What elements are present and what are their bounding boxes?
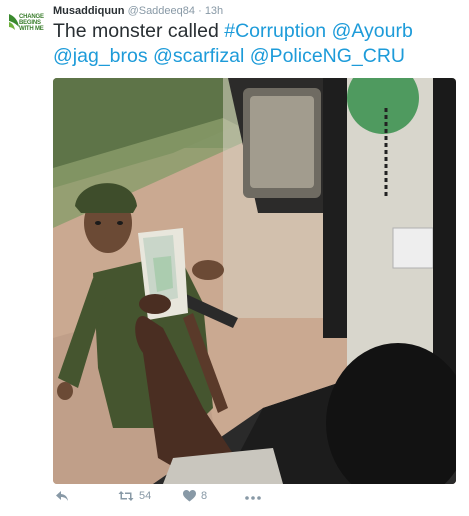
separator-dot: · (198, 5, 202, 17)
tweet-photo[interactable] (53, 78, 456, 484)
tweet-header: Musaddiquun @Saddeeq84 · 13h (53, 5, 223, 17)
retweet-icon (118, 491, 134, 501)
reply-button[interactable] (55, 490, 69, 502)
tweet-actions: 54 8 (53, 490, 313, 510)
author-handle[interactable]: @Saddeeq84 (128, 5, 195, 17)
author-name[interactable]: Musaddiquun (53, 5, 125, 17)
photo-illustration (53, 78, 456, 484)
mention-policeng-cru[interactable]: @PoliceNG_CRU (250, 45, 405, 67)
heart-icon (183, 490, 196, 502)
mention-ayourb[interactable]: @Ayourb (332, 20, 413, 42)
mention-jag-bros[interactable]: @jag_bros (53, 45, 148, 67)
tweet-card: CHANGE BEGINS WITH ME Musaddiquun @Sadde… (0, 0, 469, 516)
hashtag-corruption[interactable]: #Corruption (224, 20, 326, 42)
like-button[interactable]: 8 (183, 490, 207, 502)
mention-scarfizal[interactable]: @scarfizal (153, 45, 244, 67)
like-count: 8 (201, 490, 208, 502)
timestamp[interactable]: 13h (205, 5, 223, 17)
tweet-plain-text: The monster called (53, 20, 225, 42)
retweet-button[interactable]: 54 (118, 490, 151, 502)
retweet-count: 54 (139, 490, 152, 502)
tweet-text: The monster called #Corruption @Ayourb @… (53, 19, 463, 69)
avatar-brand-text: CHANGE BEGINS WITH ME (19, 14, 44, 32)
more-button[interactable] (245, 496, 261, 500)
reply-icon (56, 491, 68, 501)
avatar[interactable]: CHANGE BEGINS WITH ME (5, 8, 47, 44)
more-icon (245, 496, 261, 500)
